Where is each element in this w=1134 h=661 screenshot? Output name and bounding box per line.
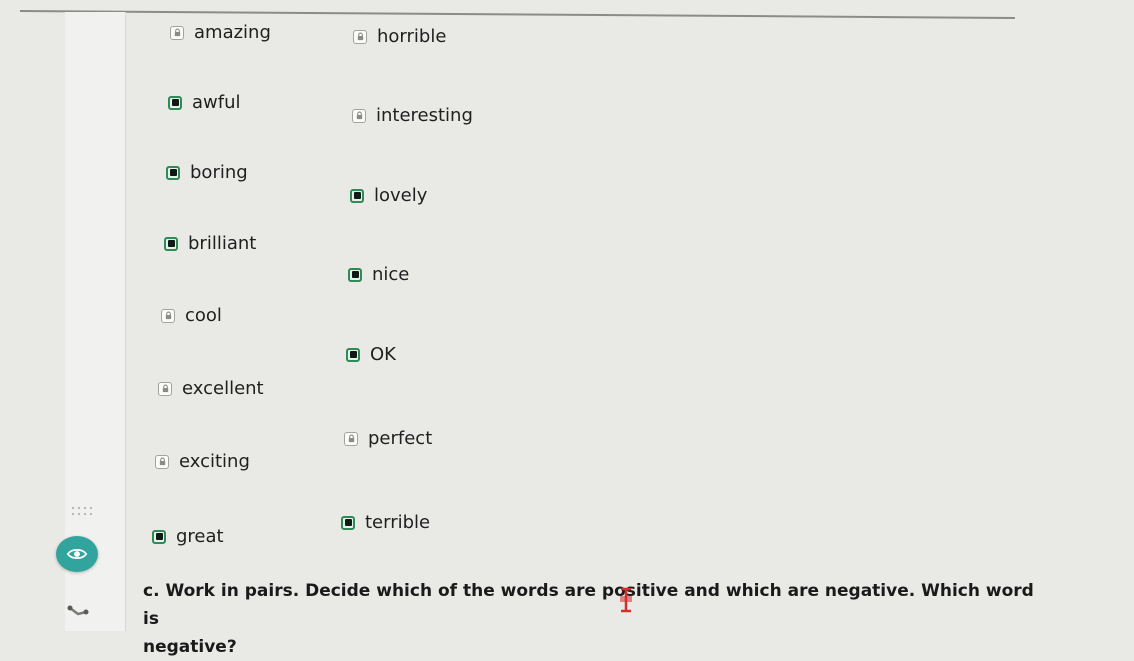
checkbox-lock-icon[interactable] bbox=[161, 308, 175, 323]
pen-icon[interactable] bbox=[64, 600, 94, 624]
eye-button[interactable] bbox=[56, 536, 98, 572]
checkbox-icon[interactable] bbox=[164, 236, 178, 251]
word-label: exciting bbox=[179, 451, 250, 472]
checkbox-icon[interactable] bbox=[348, 267, 362, 282]
checkbox-icon[interactable] bbox=[341, 515, 355, 530]
word-item-interesting[interactable]: interesting bbox=[352, 105, 473, 126]
word-label: boring bbox=[190, 162, 248, 183]
top-divider bbox=[19, 10, 1015, 19]
checkbox-lock-icon[interactable] bbox=[353, 29, 367, 44]
word-label: amazing bbox=[194, 22, 271, 43]
word-label: OK bbox=[370, 344, 396, 365]
checkbox-lock-icon[interactable] bbox=[158, 381, 172, 396]
word-label: terrible bbox=[365, 512, 431, 533]
word-item-lovely[interactable]: lovely bbox=[350, 185, 427, 206]
word-label: brilliant bbox=[188, 233, 257, 254]
checkbox-icon[interactable] bbox=[152, 529, 166, 544]
word-item-boring[interactable]: boring bbox=[166, 162, 248, 183]
word-label: awful bbox=[192, 92, 241, 113]
word-label: excellent bbox=[182, 378, 264, 399]
word-label: nice bbox=[372, 264, 410, 285]
checkbox-lock-icon[interactable] bbox=[352, 108, 366, 123]
instruction-text: c. Work in pairs. Decide which of the wo… bbox=[143, 577, 1053, 661]
checkbox-lock-icon[interactable] bbox=[344, 431, 358, 446]
checkbox-icon[interactable] bbox=[168, 95, 182, 110]
word-label: perfect bbox=[368, 428, 433, 449]
word-label: great bbox=[176, 526, 224, 547]
checkbox-icon[interactable] bbox=[346, 347, 360, 362]
word-item-nice[interactable]: nice bbox=[348, 264, 409, 285]
checkbox-lock-icon[interactable] bbox=[155, 454, 169, 469]
word-item-ok[interactable]: OK bbox=[346, 344, 396, 365]
word-item-terrible[interactable]: terrible bbox=[341, 512, 430, 533]
word-label: lovely bbox=[374, 185, 428, 206]
word-item-cool[interactable]: cool bbox=[161, 305, 222, 326]
word-item-perfect[interactable]: perfect bbox=[344, 428, 432, 449]
word-label: cool bbox=[185, 305, 222, 326]
word-item-amazing[interactable]: amazing bbox=[170, 22, 271, 43]
word-item-awful[interactable]: awful bbox=[168, 92, 241, 113]
word-item-excellent[interactable]: excellent bbox=[158, 378, 264, 399]
checkbox-icon[interactable] bbox=[350, 188, 364, 203]
checkbox-icon[interactable] bbox=[166, 165, 180, 180]
word-item-horrible[interactable]: horrible bbox=[353, 26, 446, 47]
eye-icon bbox=[66, 548, 88, 560]
word-label: interesting bbox=[376, 105, 473, 126]
word-item-great[interactable]: great bbox=[152, 526, 224, 547]
instruction-line-2: negative? bbox=[143, 637, 237, 657]
text-cursor-icon bbox=[620, 587, 632, 613]
checkbox-lock-icon[interactable] bbox=[170, 25, 184, 40]
word-label: horrible bbox=[377, 26, 447, 47]
dots-grip-icon bbox=[70, 505, 92, 519]
word-item-exciting[interactable]: exciting bbox=[155, 451, 250, 472]
word-item-brilliant[interactable]: brilliant bbox=[164, 233, 256, 254]
instruction-line-1: c. Work in pairs. Decide which of the wo… bbox=[143, 581, 1034, 629]
